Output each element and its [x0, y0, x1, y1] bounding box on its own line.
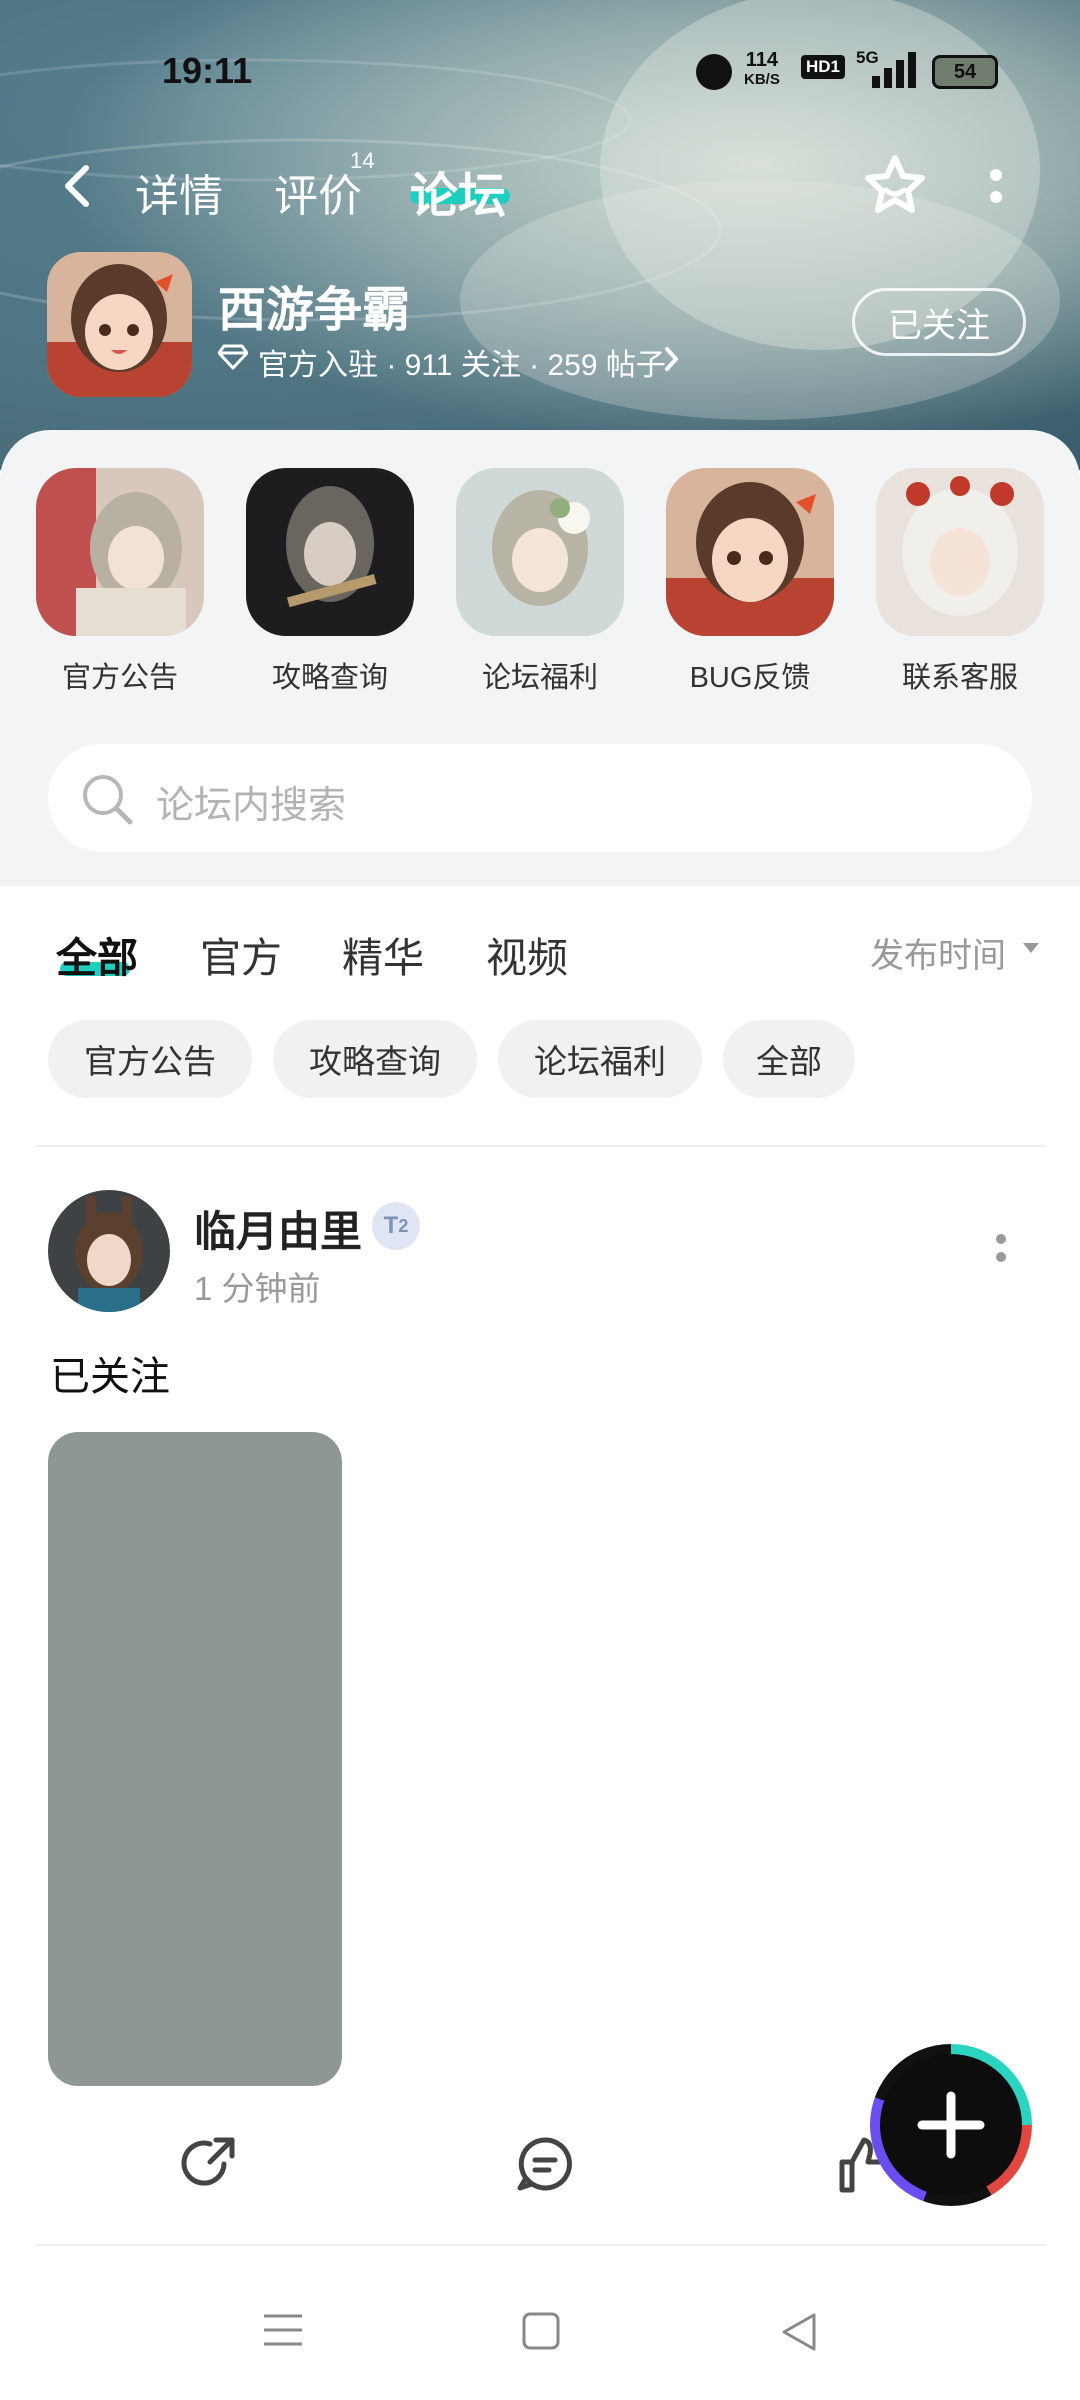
- search-icon: [83, 775, 133, 825]
- tab-forum[interactable]: 论坛: [410, 156, 506, 226]
- caret-down-icon[interactable]: [1022, 942, 1040, 954]
- tab-reviews[interactable]: 评价: [274, 160, 362, 224]
- alarm-icon: [696, 54, 732, 90]
- filter-tab-featured[interactable]: 精华: [342, 924, 424, 984]
- back-icon[interactable]: [62, 164, 92, 208]
- create-post-fab[interactable]: [870, 2044, 1032, 2206]
- follow-button[interactable]: 已关注: [852, 288, 1026, 356]
- tab-details[interactable]: 详情: [135, 160, 223, 224]
- home-icon[interactable]: [522, 2312, 560, 2350]
- signal-icon: [872, 52, 916, 88]
- shortcut-benefits[interactable]: 论坛福利: [456, 468, 624, 694]
- shortcut-announcements[interactable]: 官方公告: [36, 468, 204, 694]
- benefits-avatar: [456, 468, 624, 636]
- chip-announcements[interactable]: 官方公告: [48, 1020, 252, 1098]
- share-icon[interactable]: [180, 2134, 240, 2194]
- favorite-star-icon[interactable]: [862, 152, 928, 218]
- customer-service-avatar: [876, 468, 1044, 636]
- post-more-icon[interactable]: [994, 1232, 1008, 1264]
- avatar[interactable]: [48, 1190, 170, 1312]
- level-badge-icon: T2: [372, 1202, 420, 1250]
- net-speed: 114 KB/S: [744, 49, 780, 88]
- divider: [36, 1145, 1046, 1147]
- chip-benefits[interactable]: 论坛福利: [498, 1020, 702, 1098]
- shortcut-guides[interactable]: 攻略查询: [246, 468, 414, 694]
- post-image[interactable]: [48, 1432, 342, 2086]
- plus-icon: [917, 2091, 985, 2159]
- announcements-avatar: [36, 468, 204, 636]
- chip-guides[interactable]: 攻略查询: [273, 1020, 477, 1098]
- post-author[interactable]: 临月由里: [194, 1198, 362, 1259]
- game-title: 西游争霸: [218, 284, 411, 337]
- divider: [36, 2244, 1046, 2246]
- shortcut-bug-report[interactable]: BUG反馈: [666, 468, 834, 694]
- search-input[interactable]: 论坛内搜索: [156, 774, 346, 829]
- shortcut-label: 攻略查询: [271, 662, 388, 694]
- hd-icon: HD1: [801, 55, 846, 79]
- chevron-right-icon[interactable]: [664, 346, 680, 372]
- menu-icon[interactable]: [262, 2312, 304, 2348]
- reviews-count-badge: 14: [350, 148, 375, 173]
- filter-tab-video[interactable]: 视频: [486, 924, 568, 984]
- back-nav-icon[interactable]: [780, 2312, 818, 2352]
- post-time: 1 分钟前: [194, 1270, 321, 1307]
- game-icon[interactable]: [47, 252, 192, 397]
- shortcut-label: BUG反馈: [689, 662, 811, 694]
- sort-dropdown[interactable]: 发布时间: [870, 928, 1006, 977]
- bug-report-avatar: [666, 468, 834, 636]
- battery-icon: 54: [932, 55, 998, 89]
- shortcut-customer-service[interactable]: 联系客服: [876, 468, 1044, 694]
- game-meta[interactable]: 官方入驻 · 911 关注 · 259 帖子: [258, 340, 666, 384]
- shortcut-label: 联系客服: [901, 662, 1018, 694]
- search-bar[interactable]: 论坛内搜索: [48, 744, 1032, 852]
- chip-all[interactable]: 全部: [723, 1020, 855, 1098]
- shortcut-label: 官方公告: [61, 662, 178, 694]
- comment-icon[interactable]: [514, 2134, 576, 2194]
- guides-avatar: [246, 468, 414, 636]
- diamond-icon: [218, 344, 248, 370]
- more-menu-icon[interactable]: [988, 166, 1004, 206]
- filter-tab-official[interactable]: 官方: [200, 924, 282, 984]
- status-time: 19:11: [162, 50, 253, 91]
- shortcut-label: 论坛福利: [481, 662, 598, 694]
- filter-tab-all[interactable]: 全部: [56, 924, 138, 984]
- post-content[interactable]: 已关注: [50, 1344, 170, 1402]
